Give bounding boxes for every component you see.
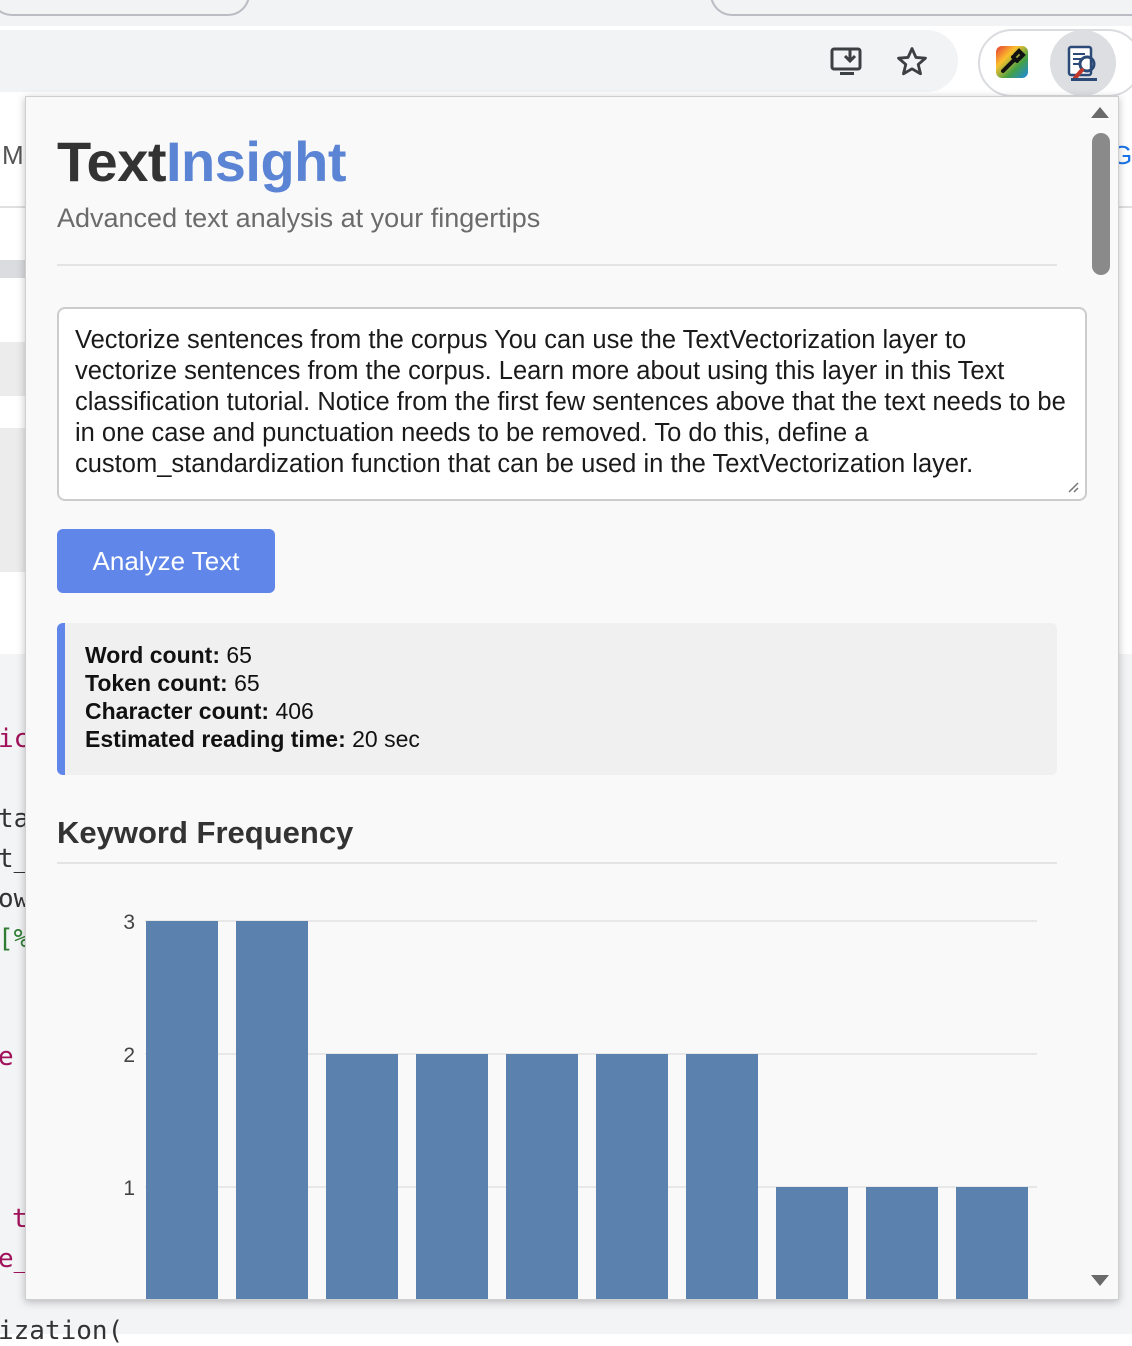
keyword-frequency-chart: 1 2 3 xyxy=(123,911,1037,1300)
scrollbar-track[interactable] xyxy=(1112,97,1118,1299)
chart-bar[interactable] xyxy=(506,1054,578,1300)
bookmark-star-icon[interactable] xyxy=(890,40,934,84)
title-accent: Insight xyxy=(166,130,347,193)
chart-bar[interactable] xyxy=(776,1187,848,1300)
chart-bar[interactable] xyxy=(236,921,308,1300)
analyze-text-button[interactable]: Analyze Text xyxy=(57,529,275,593)
stat-value: 65 xyxy=(226,642,252,668)
page-code-fragment: ization( xyxy=(0,1316,124,1346)
stat-reading-time: Estimated reading time: 20 sec xyxy=(85,725,1037,753)
address-bar[interactable] xyxy=(0,30,958,92)
tab-strip xyxy=(0,0,1132,26)
scrollbar-thumb[interactable] xyxy=(1092,133,1110,275)
chart-bar[interactable] xyxy=(416,1054,488,1300)
stat-character-count: Character count: 406 xyxy=(85,697,1037,725)
chart-bar[interactable] xyxy=(596,1054,668,1300)
textinsight-popup: TextInsight Advanced text analysis at yo… xyxy=(25,96,1119,1300)
stat-label: Estimated reading time: xyxy=(85,726,346,752)
resize-grip-icon[interactable] xyxy=(1067,481,1079,493)
text-input-area[interactable]: Vectorize sentences from the corpus You … xyxy=(57,307,1087,501)
stat-token-count: Token count: 65 xyxy=(85,669,1037,697)
chart-ytick-label: 1 xyxy=(123,1177,135,1200)
text-input-value: Vectorize sentences from the corpus You … xyxy=(75,326,1066,478)
stat-value: 65 xyxy=(234,670,260,696)
stat-label: Character count: xyxy=(85,698,270,724)
app-subtitle: Advanced text analysis at your fingertip… xyxy=(57,203,541,233)
scroll-up-arrow-icon[interactable] xyxy=(1091,107,1109,118)
browser-tab[interactable] xyxy=(710,0,1132,16)
color-picker-extension-icon[interactable] xyxy=(992,42,1032,82)
chart-bar[interactable] xyxy=(146,921,218,1300)
stat-label: Word count: xyxy=(85,642,220,668)
scroll-down-arrow-icon[interactable] xyxy=(1091,1275,1109,1286)
stat-word-count: Word count: 65 xyxy=(85,641,1037,669)
chart-ytick-label: 2 xyxy=(123,1044,135,1067)
install-app-icon[interactable] xyxy=(826,42,870,82)
stat-label: Token count: xyxy=(85,670,228,696)
browser-tab[interactable] xyxy=(0,0,250,16)
stats-panel: Word count: 65 Token count: 65 Character… xyxy=(57,623,1057,775)
chart-bar[interactable] xyxy=(326,1054,398,1300)
browser-toolbar xyxy=(0,26,1132,98)
app-title: TextInsight xyxy=(57,129,347,194)
chart-ytick-label: 3 xyxy=(123,911,135,934)
chart-bar[interactable] xyxy=(686,1054,758,1300)
keyword-frequency-heading: Keyword Frequency xyxy=(57,815,354,850)
stat-value: 406 xyxy=(275,698,314,724)
keyword-divider xyxy=(57,862,1057,864)
title-main: Text xyxy=(57,130,167,193)
page-code-fragment: e xyxy=(0,1042,14,1072)
chart-bar[interactable] xyxy=(866,1187,938,1300)
textinsight-extension-icon[interactable] xyxy=(1062,42,1104,84)
page-text-fragment: M xyxy=(2,140,24,170)
chart-bar[interactable] xyxy=(956,1187,1028,1300)
header-divider xyxy=(57,264,1057,266)
stat-value: 20 sec xyxy=(352,726,420,752)
